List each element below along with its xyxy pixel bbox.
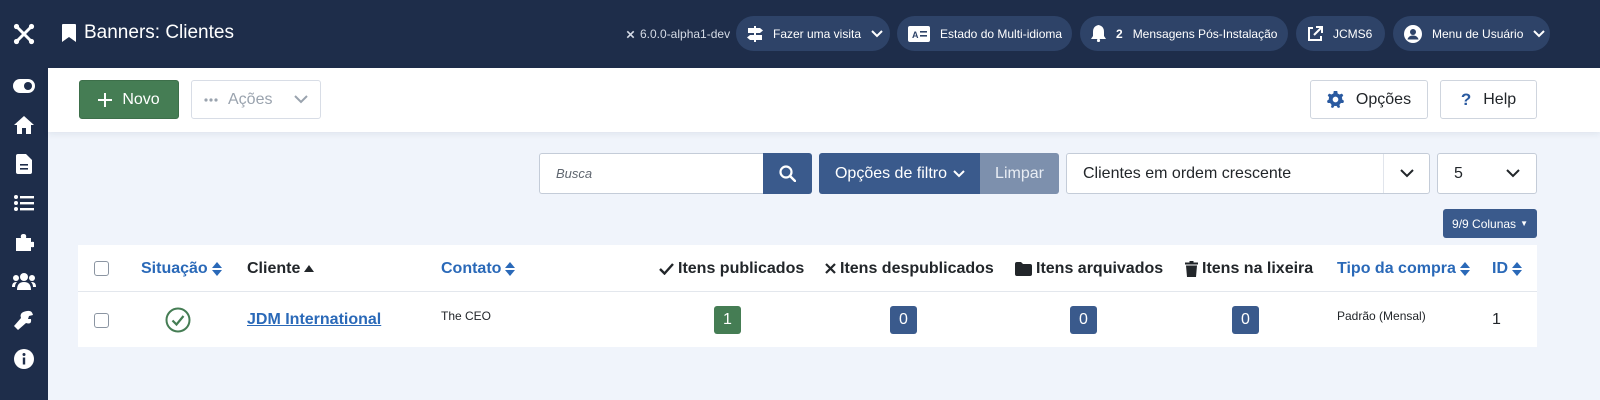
- sort-id-header[interactable]: ID: [1492, 245, 1522, 292]
- svg-text:A: A: [912, 30, 919, 40]
- version-info: 6.0.0-alpha1-dev: [625, 27, 730, 41]
- trashed-count-badge[interactable]: 0: [1232, 293, 1259, 347]
- external-link-icon: [1307, 25, 1323, 42]
- unpublished-count-badge[interactable]: 0: [890, 293, 917, 347]
- chevron-down-icon: [871, 29, 883, 38]
- actions-dropdown[interactable]: Ações: [191, 80, 321, 119]
- chevron-down-icon: [953, 169, 965, 177]
- chevron-down-icon: [1383, 154, 1429, 193]
- caret-down-icon: ▼: [1520, 219, 1528, 228]
- content-icon[interactable]: [0, 149, 48, 179]
- table-header: Situação Cliente Contato Itens publicado…: [78, 245, 1537, 292]
- chevron-down-icon: [1490, 154, 1536, 193]
- columns-toggle-button[interactable]: 9/9 Colunas ▼: [1443, 209, 1537, 238]
- check-icon: [659, 262, 674, 275]
- search-icon: [779, 165, 796, 182]
- archived-items-header: Itens arquivados: [1015, 245, 1163, 292]
- page-title: Banners: Clientes: [62, 22, 234, 44]
- gear-icon: [1326, 91, 1344, 108]
- postinstall-messages-button[interactable]: 2 Mensagens Pós-Instalação: [1080, 16, 1288, 51]
- sort-asc-icon: [304, 265, 315, 272]
- notification-count: 2: [1116, 26, 1123, 41]
- chevron-down-icon: [1533, 29, 1546, 38]
- row-checkbox[interactable]: [94, 293, 109, 347]
- joomla-small-icon: [626, 30, 635, 38]
- purchase-type-cell: Padrão (Mensal): [1337, 309, 1426, 323]
- clients-table: Situação Cliente Contato Itens publicado…: [78, 245, 1537, 347]
- sidebar: [0, 0, 48, 400]
- folder-icon: [1015, 261, 1032, 276]
- contact-cell: The CEO: [441, 309, 492, 323]
- published-count-badge[interactable]: 1: [714, 293, 741, 347]
- sort-select[interactable]: Clientes em ordem crescente: [1066, 153, 1430, 194]
- new-button[interactable]: Novo: [79, 80, 179, 119]
- search-button[interactable]: [763, 153, 812, 194]
- user-menu-button[interactable]: Menu de Usuário: [1393, 16, 1550, 51]
- version-text: 6.0.0-alpha1-dev: [640, 27, 731, 41]
- sort-icon: [211, 261, 222, 276]
- trash-icon: [1185, 260, 1198, 277]
- view-site-button[interactable]: JCMS6: [1296, 16, 1385, 51]
- sort-status-header[interactable]: Situação: [141, 245, 222, 292]
- help-info-icon[interactable]: [0, 344, 48, 374]
- menus-list-icon[interactable]: [0, 188, 48, 218]
- sort-client-header[interactable]: Cliente: [247, 245, 315, 292]
- extensions-puzzle-icon[interactable]: [0, 227, 48, 257]
- user-circle-icon: [1404, 24, 1422, 43]
- system-wrench-icon[interactable]: [0, 305, 48, 335]
- guided-tour-button[interactable]: Fazer uma visita: [736, 16, 890, 51]
- unpublished-items-header: Itens despublicados: [825, 245, 994, 292]
- toolbar: Novo Ações Opções ? Help: [48, 68, 1600, 132]
- options-button[interactable]: Opções: [1310, 80, 1428, 119]
- users-icon[interactable]: [0, 266, 48, 296]
- table-row: JDM International The CEO 1 0 0 0 Padrão…: [78, 293, 1537, 347]
- signpost-icon: [747, 25, 763, 42]
- clear-button[interactable]: Limpar: [980, 153, 1059, 194]
- select-all-checkbox[interactable]: [94, 245, 109, 292]
- page-title-text: Banners: Clientes: [84, 22, 234, 43]
- trashed-items-header: Itens na lixeira: [1185, 245, 1313, 292]
- filter-options-button[interactable]: Opções de filtro: [819, 153, 981, 194]
- client-name-link[interactable]: JDM International: [247, 293, 381, 347]
- help-button[interactable]: ? Help: [1440, 80, 1537, 119]
- plus-icon: [98, 92, 113, 107]
- bookmark-icon: [62, 24, 76, 42]
- published-items-header: Itens publicados: [659, 245, 804, 292]
- published-status-toggle[interactable]: [165, 293, 191, 347]
- sort-contact-header[interactable]: Contato: [441, 245, 516, 292]
- joomla-logo-icon[interactable]: [0, 16, 48, 52]
- sort-purchase-type-header[interactable]: Tipo da compra: [1337, 245, 1470, 292]
- archived-count-badge[interactable]: 0: [1070, 293, 1097, 347]
- check-circle-icon: [165, 307, 191, 333]
- chevron-down-icon: [294, 95, 308, 104]
- sort-icon: [1512, 261, 1522, 276]
- list-limit-select[interactable]: 5: [1437, 153, 1537, 194]
- times-icon: [825, 263, 836, 274]
- toggle-menu-icon[interactable]: [0, 71, 48, 101]
- bell-icon: [1091, 25, 1106, 42]
- sort-icon: [505, 261, 516, 276]
- sort-icon: [1459, 261, 1470, 276]
- language-card-icon: A: [908, 25, 930, 42]
- question-icon: ?: [1460, 89, 1472, 109]
- ellipsis-icon: [204, 97, 218, 102]
- home-icon[interactable]: [0, 110, 48, 140]
- id-cell: 1: [1492, 311, 1501, 328]
- search-input[interactable]: [539, 153, 763, 194]
- header: Banners: Clientes 6.0.0-alpha1-dev Fazer…: [48, 0, 1600, 68]
- multilanguage-status-button[interactable]: A Estado do Multi-idioma: [897, 16, 1072, 51]
